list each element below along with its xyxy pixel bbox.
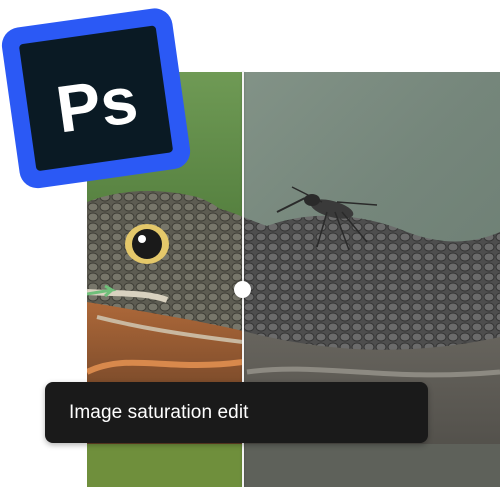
logo-text: Ps	[52, 62, 142, 147]
comparison-slider-handle[interactable]	[234, 281, 251, 298]
photoshop-logo-icon: Ps	[0, 3, 197, 193]
promo-canvas: Ps Image saturation edit	[0, 0, 500, 487]
caption-text: Image saturation edit	[69, 401, 249, 423]
caption-banner: Image saturation edit	[45, 382, 428, 443]
